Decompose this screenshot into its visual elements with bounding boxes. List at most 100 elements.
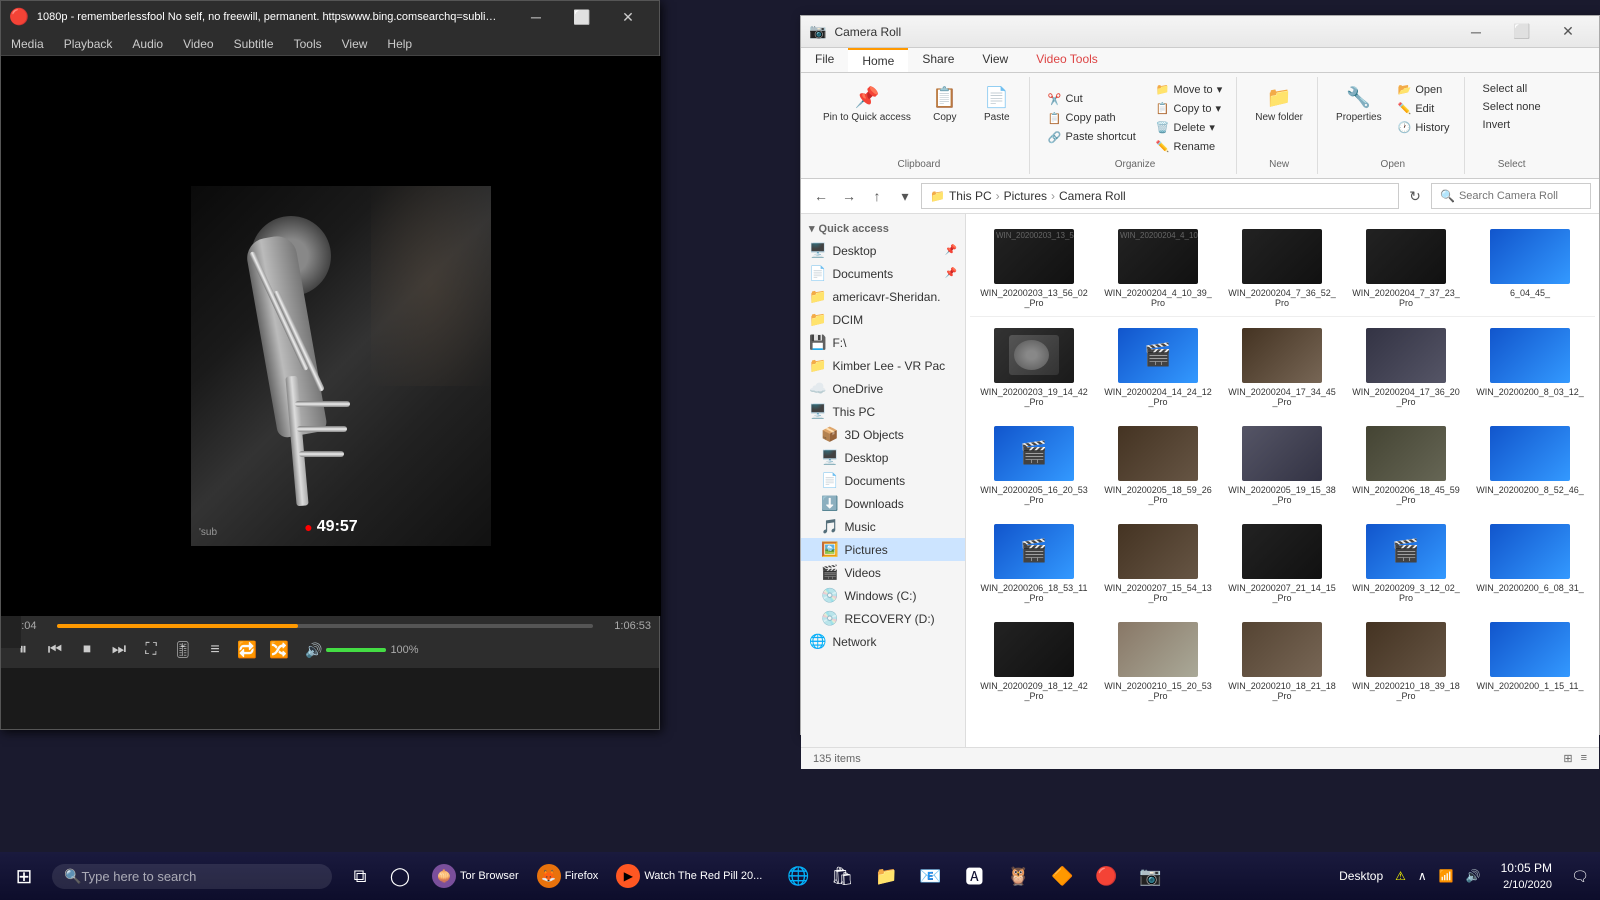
- sidebar-item-desktop-2[interactable]: 🖥️ Desktop: [801, 446, 965, 469]
- file-item-8[interactable]: WIN_20200205_19_15_38_Pro: [1222, 419, 1342, 509]
- sidebar-item-dcim[interactable]: 📁 DCIM: [801, 308, 965, 331]
- sidebar-item-downloads[interactable]: ⬇️ Downloads: [801, 492, 965, 515]
- file-item-15[interactable]: WIN_20200200_6_08_31_: [1470, 517, 1590, 607]
- taskbar-desktop-label[interactable]: Desktop: [1335, 867, 1387, 885]
- vlc-shuffle-button[interactable]: 🔀: [265, 636, 293, 664]
- taskbar-tripadvisor-icon[interactable]: 🦉: [998, 856, 1038, 896]
- fe-open-button[interactable]: 📂 Open: [1392, 81, 1456, 98]
- file-item-19[interactable]: WIN_20200210_18_39_18_Pro: [1346, 615, 1466, 705]
- vlc-playlist-button[interactable]: ≡: [201, 636, 229, 664]
- taskbar-store-icon[interactable]: 🛍: [822, 856, 862, 896]
- start-button[interactable]: ⊞: [0, 852, 48, 900]
- taskbar-mail-icon[interactable]: 📧: [910, 856, 950, 896]
- fe-new-folder-button[interactable]: 📁 New folder: [1249, 81, 1309, 127]
- taskbar-virus-icon[interactable]: ⚠: [1391, 867, 1410, 885]
- sidebar-item-onedrive[interactable]: ☁️ OneDrive: [801, 377, 965, 400]
- taskbar-folder-icon[interactable]: 📁: [866, 856, 906, 896]
- vlc-extended-button[interactable]: 🎚: [169, 636, 197, 664]
- vlc-next-button[interactable]: ⏭: [105, 636, 133, 664]
- fe-cut-button[interactable]: ✂️ Cut: [1042, 91, 1142, 108]
- vlc-close-button[interactable]: ✕: [605, 1, 651, 33]
- fe-tab-videotools[interactable]: Video Tools: [1022, 48, 1112, 72]
- taskbar-cortana[interactable]: ◯: [380, 856, 420, 896]
- file-item-20[interactable]: WIN_20200200_1_15_11_: [1470, 615, 1590, 705]
- fe-tab-home[interactable]: Home: [848, 48, 908, 72]
- vlc-menu-video[interactable]: Video: [173, 33, 223, 55]
- file-item-13[interactable]: WIN_20200207_21_14_15_Pro: [1222, 517, 1342, 607]
- file-item-16[interactable]: WIN_20200209_18_12_42_Pro: [974, 615, 1094, 705]
- fe-close-button[interactable]: ✕: [1545, 16, 1591, 48]
- fe-copy-to-button[interactable]: 📋 Copy to ▾: [1150, 100, 1228, 117]
- fe-view-grid-icon[interactable]: ⊞: [1563, 752, 1572, 765]
- vlc-menu-view[interactable]: View: [332, 33, 378, 55]
- taskbar-app-firefox[interactable]: 🦊 Firefox: [529, 860, 607, 892]
- taskbar-camera-icon[interactable]: 📷: [1130, 856, 1170, 896]
- file-item-top5[interactable]: 6_04_45_: [1470, 222, 1590, 312]
- fe-refresh-button[interactable]: ↻: [1403, 184, 1427, 208]
- sidebar-item-americavr[interactable]: 📁 americavr-Sheridan.: [801, 285, 965, 308]
- fe-copy-path-button[interactable]: 📋 Copy path: [1042, 110, 1142, 127]
- taskbar-search-box[interactable]: 🔍: [52, 864, 332, 889]
- file-item-2[interactable]: 🎬 WIN_20200204_14_24_12_Pro: [1098, 321, 1218, 411]
- fe-breadcrumb[interactable]: 📁 This PC › Pictures › Camera Roll: [921, 183, 1399, 209]
- sidebar-item-windows-c[interactable]: 💿 Windows (C:): [801, 584, 965, 607]
- sidebar-item-3dobjects[interactable]: 📦 3D Objects: [801, 423, 965, 446]
- sidebar-item-thispc[interactable]: 🖥️ This PC: [801, 400, 965, 423]
- sidebar-item-desktop-1[interactable]: 🖥️ Desktop 📌: [801, 239, 965, 262]
- file-item-12[interactable]: WIN_20200207_15_54_13_Pro: [1098, 517, 1218, 607]
- taskbar-notification-icon[interactable]: 🗨: [1568, 864, 1592, 888]
- file-item-18[interactable]: WIN_20200210_18_21_18_Pro: [1222, 615, 1342, 705]
- taskbar-clock[interactable]: 10:05 PM 2/10/2020: [1489, 859, 1564, 893]
- vlc-menu-media[interactable]: Media: [1, 33, 54, 55]
- fe-forward-button[interactable]: →: [837, 184, 861, 208]
- fe-tab-share[interactable]: Share: [908, 48, 968, 72]
- taskbar-vlc-icon[interactable]: 🔴: [1086, 856, 1126, 896]
- sidebar-item-fdrive[interactable]: 💾 F:\: [801, 331, 965, 354]
- fe-rename-button[interactable]: ✏️ Rename: [1150, 138, 1228, 155]
- file-item-1[interactable]: WIN_20200203_19_14_42_Pro: [974, 321, 1094, 411]
- vlc-menu-help[interactable]: Help: [377, 33, 422, 55]
- vlc-volume-bar[interactable]: [326, 648, 386, 652]
- file-item-5[interactable]: WIN_20200200_8_03_12_: [1470, 321, 1590, 411]
- file-item-top1[interactable]: WIN_20200203_13_56_02 WIN_20200203_13_56…: [974, 222, 1094, 312]
- file-item-6[interactable]: 🎬 WIN_20200205_16_20_53_Pro: [974, 419, 1094, 509]
- fe-search-box[interactable]: 🔍: [1431, 183, 1591, 209]
- taskbar-app-tor[interactable]: 🧅 Tor Browser: [424, 860, 527, 892]
- breadcrumb-cameraroll[interactable]: Camera Roll: [1059, 189, 1126, 203]
- fe-history-button[interactable]: 🕐 History: [1392, 119, 1456, 136]
- file-item-top3[interactable]: WIN_20200204_7_36_52_Pro: [1222, 222, 1342, 312]
- file-item-7[interactable]: WIN_20200205_18_59_26_Pro: [1098, 419, 1218, 509]
- vlc-prev-button[interactable]: ⏮: [41, 636, 69, 664]
- fe-copy-button[interactable]: 📋 Copy: [921, 81, 969, 127]
- fe-search-input[interactable]: [1459, 190, 1579, 202]
- file-item-3[interactable]: WIN_20200204_17_34_45_Pro: [1222, 321, 1342, 411]
- file-item-top4[interactable]: WIN_20200204_7_37_23_Pro: [1346, 222, 1466, 312]
- fe-pin-button[interactable]: 📌 Pin to Quick access: [817, 81, 917, 127]
- breadcrumb-thispc[interactable]: This PC: [949, 189, 992, 203]
- file-item-14[interactable]: 🎬 WIN_20200209_3_12_02_Pro: [1346, 517, 1466, 607]
- fe-edit-button[interactable]: ✏️ Edit: [1392, 100, 1456, 117]
- fe-select-none-button[interactable]: Select none: [1477, 99, 1547, 115]
- taskbar-network-icon[interactable]: 📶: [1435, 867, 1458, 885]
- fe-move-to-button[interactable]: 📁 Move to ▾: [1150, 81, 1228, 98]
- taskbar-chevron-icon[interactable]: ∧: [1414, 867, 1431, 885]
- sidebar-item-network[interactable]: 🌐 Network: [801, 630, 965, 653]
- fe-back-button[interactable]: ←: [809, 184, 833, 208]
- fe-paste-button[interactable]: 📄 Paste: [973, 81, 1021, 127]
- vlc-maximize-button[interactable]: ⬜: [559, 1, 605, 33]
- file-item-top2[interactable]: WIN_20200204_4_10_39 WIN_20200204_4_10_3…: [1098, 222, 1218, 312]
- sidebar-item-documents-1[interactable]: 📄 Documents 📌: [801, 262, 965, 285]
- fe-minimize-button[interactable]: ─: [1453, 16, 1499, 48]
- sidebar-item-music[interactable]: 🎵 Music: [801, 515, 965, 538]
- vlc-menu-subtitle[interactable]: Subtitle: [224, 33, 284, 55]
- file-item-4[interactable]: WIN_20200204_17_36_20_Pro: [1346, 321, 1466, 411]
- vlc-fullscreen-button[interactable]: ⛶: [137, 636, 165, 664]
- fe-select-all-button[interactable]: Select all: [1477, 81, 1547, 97]
- taskbar-app-redpill[interactable]: ▶ Watch The Red Pill 20...: [608, 860, 770, 892]
- fe-paste-shortcut-button[interactable]: 🔗 Paste shortcut: [1042, 129, 1142, 146]
- taskbar-task-view[interactable]: ⧉: [340, 856, 380, 896]
- taskbar-amazon-icon[interactable]: 🅰: [954, 856, 994, 896]
- sidebar-item-kimber[interactable]: 📁 Kimber Lee - VR Pac: [801, 354, 965, 377]
- taskbar-browser2-icon[interactable]: 🔶: [1042, 856, 1082, 896]
- fe-delete-button[interactable]: 🗑️ Delete ▾: [1150, 119, 1228, 136]
